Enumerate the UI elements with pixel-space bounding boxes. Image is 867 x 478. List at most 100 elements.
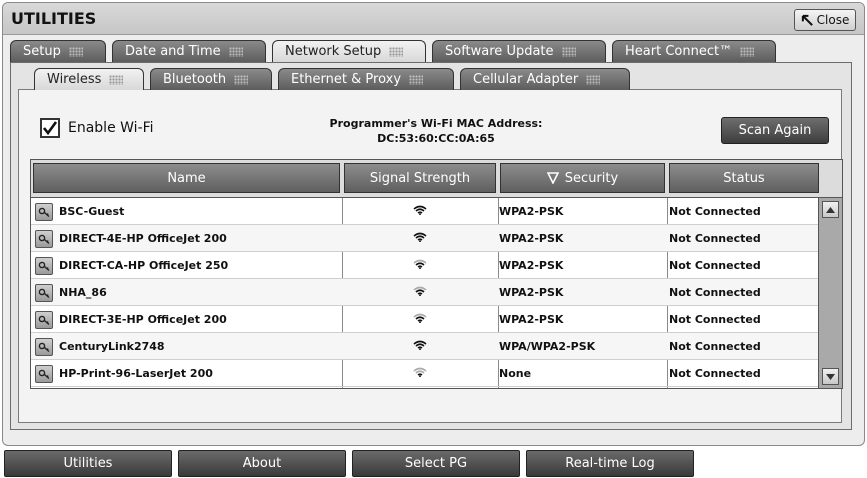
security-cell: None (499, 367, 532, 380)
table-row[interactable]: NHA_86 WPA2-PSK Not Connected (31, 279, 818, 306)
tab-wireless[interactable]: Wireless (34, 68, 144, 90)
signal-strength-cell (343, 225, 497, 252)
enable-wifi-label: Enable Wi-Fi (68, 120, 154, 136)
sort-descending-icon (546, 172, 559, 184)
table-row[interactable]: BSC-Guest WPA2-PSK Not Connected (31, 198, 818, 225)
tab-heart-connect-label: Heart Connect™ (625, 44, 733, 59)
security-cell: WPA2-PSK (499, 232, 564, 245)
tab-software-update-label: Software Update (445, 44, 554, 59)
network-name-cell: BSC-Guest (35, 198, 341, 225)
checkmark-icon (42, 121, 58, 136)
tab-setup[interactable]: Setup (10, 40, 106, 62)
title-bar: UTILITIES Close (3, 3, 864, 35)
grip-icon (109, 74, 124, 85)
grip-icon (409, 74, 424, 85)
grip-icon (586, 74, 601, 85)
table-row[interactable]: CenturyLink2748 WPA/WPA2-PSK Not Connected (31, 333, 818, 360)
scan-again-button[interactable]: Scan Again (721, 117, 829, 144)
key-icon[interactable] (35, 337, 53, 356)
arrow-down-icon (826, 373, 835, 380)
key-icon[interactable] (35, 364, 53, 383)
tab-network-setup[interactable]: Network Setup (272, 40, 426, 62)
column-header-security[interactable]: Security (500, 163, 665, 193)
wifi-signal-strong-icon (413, 340, 427, 353)
wifi-signal-strong-icon (413, 205, 427, 218)
status-cell: Not Connected (669, 232, 761, 245)
table-row[interactable]: DIRECT-4E-HP OfficeJet 200 WPA2-PSK Not Co… (31, 225, 818, 252)
tab-bluetooth[interactable]: Bluetooth (150, 68, 272, 90)
tab-cellular-adapter[interactable]: Cellular Adapter (460, 68, 630, 90)
scroll-down-button[interactable] (822, 368, 839, 385)
column-header-signal-strength[interactable]: Signal Strength (344, 163, 496, 193)
key-icon[interactable] (35, 256, 53, 275)
security-cell: WPA2-PSK (499, 313, 564, 326)
tab-heart-connect[interactable]: Heart Connect™ (612, 40, 776, 62)
nav-utilities-button[interactable]: Utilities (4, 450, 172, 477)
network-name: CenturyLink2748 (59, 340, 165, 353)
wifi-signal-weak-icon (413, 367, 427, 380)
table-scrollbar[interactable] (818, 198, 842, 388)
column-header-name-label: Name (167, 170, 206, 186)
mac-address-value: DC:53:60:CC:0A:65 (377, 132, 495, 145)
tab-wireless-label: Wireless (47, 72, 102, 87)
key-icon[interactable] (35, 202, 53, 221)
enable-wifi-row: Enable Wi-Fi (40, 118, 154, 138)
network-name-cell: DIRECT-CA-HP OfficeJet 250 (35, 252, 341, 279)
signal-strength-cell (343, 252, 497, 279)
bottom-navigation: Utilities About Select PG Real-time Log (0, 448, 867, 478)
tab-software-update[interactable]: Software Update (432, 40, 606, 62)
nav-about-button[interactable]: About (178, 450, 346, 477)
grip-icon (561, 46, 576, 57)
signal-strength-cell (343, 279, 497, 306)
key-icon[interactable] (35, 283, 53, 302)
network-name: HP-Print-96-LaserJet 200 (59, 367, 213, 380)
network-name-cell: DIRECT-4E-HP OfficeJet 200 (35, 225, 341, 252)
table-row[interactable]: DIRECT-CA-HP OfficeJet 250 WPA2-PSK Not Co… (31, 252, 818, 279)
table-row[interactable]: HP-Print-96-LaserJet 200 None Not Connecte… (31, 360, 818, 387)
nav-real-time-log-button[interactable]: Real-time Log (526, 450, 694, 477)
wifi-signal-medium-icon (413, 286, 427, 299)
close-arrow-icon (801, 14, 813, 26)
table-header: Name Signal Strength Security Status (31, 160, 842, 198)
table-row[interactable]: DIRECT-3E-HP OfficeJet 200 WPA2-PSK Not Co… (31, 306, 818, 333)
tab-bluetooth-label: Bluetooth (163, 72, 227, 87)
column-header-status[interactable]: Status (669, 163, 819, 193)
signal-strength-cell (343, 333, 497, 360)
column-header-name[interactable]: Name (33, 163, 340, 193)
network-name: DIRECT-3E-HP OfficeJet 200 (59, 313, 227, 326)
close-button[interactable]: Close (794, 9, 856, 31)
tab-setup-label: Setup (23, 44, 61, 59)
tab-network-setup-label: Network Setup (285, 44, 382, 59)
tab-ethernet-proxy[interactable]: Ethernet & Proxy (278, 68, 454, 90)
security-cell: WPA/WPA2-PSK (499, 340, 596, 353)
sub-tab-bar: Wireless Bluetooth Ethernet & Proxy Cell… (34, 68, 630, 90)
network-name-cell: HP-Print-96-LaserJet 200 (35, 360, 341, 387)
scroll-up-button[interactable] (822, 201, 839, 218)
enable-wifi-checkbox[interactable] (40, 118, 60, 138)
wifi-network-table: Name Signal Strength Security Status BSC… (30, 159, 843, 389)
nav-select-pg-button[interactable]: Select PG (352, 450, 520, 477)
network-name: DIRECT-4E-HP OfficeJet 200 (59, 232, 227, 245)
tab-date-and-time[interactable]: Date and Time (112, 40, 266, 62)
window-title: UTILITIES (11, 9, 97, 28)
network-name-cell: NHA_86 (35, 279, 341, 306)
key-icon[interactable] (35, 229, 53, 248)
security-cell: WPA2-PSK (499, 259, 564, 272)
network-name-cell: CenturyLink2748 (35, 333, 341, 360)
arrow-up-icon (826, 206, 835, 213)
wifi-signal-medium-icon (413, 313, 427, 326)
signal-strength-cell (343, 360, 497, 387)
key-icon[interactable] (35, 310, 53, 329)
status-cell: Not Connected (669, 205, 761, 218)
tab-cellular-adapter-label: Cellular Adapter (473, 72, 579, 87)
column-header-status-label: Status (723, 170, 765, 186)
network-name: NHA_86 (59, 286, 107, 299)
signal-strength-cell (343, 306, 497, 333)
status-cell: Not Connected (669, 367, 761, 380)
grip-icon (389, 46, 404, 57)
close-button-label: Close (816, 13, 850, 27)
status-cell: Not Connected (669, 340, 761, 353)
security-cell: WPA2-PSK (499, 205, 564, 218)
grip-icon (228, 46, 243, 57)
network-name: DIRECT-CA-HP OfficeJet 250 (59, 259, 229, 272)
